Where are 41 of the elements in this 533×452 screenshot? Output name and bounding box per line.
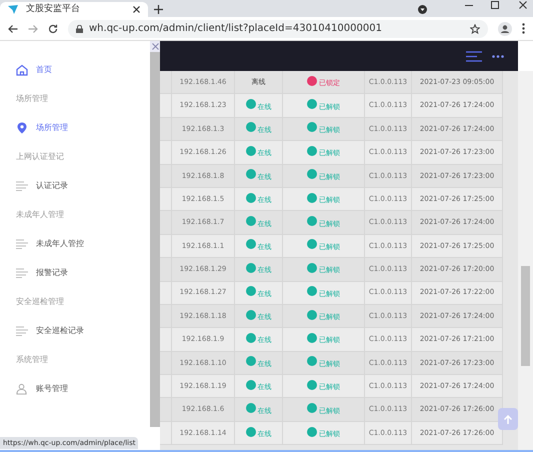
tab-title: 文股安监平台 xyxy=(26,2,81,16)
reload-icon[interactable] xyxy=(48,24,58,34)
lines-icon xyxy=(16,238,28,248)
sidebar-section-title: 系统管理 xyxy=(16,354,48,366)
browser-tab[interactable]: 文股安监平台 xyxy=(0,2,148,17)
user-icon xyxy=(16,382,28,394)
sidebar-item[interactable]: 首页 xyxy=(16,55,150,84)
home-icon xyxy=(16,64,28,76)
more-icon[interactable] xyxy=(492,54,504,58)
scrollbar-thumb[interactable] xyxy=(150,52,160,427)
sidebar-item[interactable]: 场所管理 xyxy=(16,113,150,142)
kebab-menu-icon[interactable] xyxy=(522,23,525,34)
sidebar-item[interactable]: 未成年人管控 xyxy=(16,229,150,258)
arrow-up-icon xyxy=(504,414,512,424)
close-window-icon[interactable] xyxy=(519,1,527,9)
location-pin-icon xyxy=(17,122,27,134)
close-icon[interactable] xyxy=(133,6,140,13)
scrollbar-thumb[interactable] xyxy=(521,266,530,366)
sidebar-section-title: 未成年人管理 xyxy=(16,208,64,220)
avatar-icon[interactable] xyxy=(498,22,512,36)
back-icon[interactable] xyxy=(8,24,18,34)
sidebar-item[interactable]: 账号管理 xyxy=(16,374,150,403)
star-icon[interactable] xyxy=(470,24,480,34)
sidebar-item[interactable]: 安全巡检记录 xyxy=(16,316,150,345)
sidebar-item[interactable]: 报警记录 xyxy=(16,258,150,287)
lines-icon xyxy=(16,180,28,190)
url-text: wh.qc-up.com/admin/client/list?placeId=43010410000001 xyxy=(89,22,383,36)
sidebar-section-title: 安全巡检管理 xyxy=(16,296,64,308)
sidebar-section-title: 场所管理 xyxy=(16,92,48,104)
lines-icon xyxy=(16,326,28,336)
close-icon xyxy=(152,43,158,50)
sidebar-section-title: 上网认证登记 xyxy=(16,150,64,162)
menu-icon[interactable] xyxy=(466,50,482,62)
plus-icon[interactable] xyxy=(154,5,163,14)
close-button[interactable] xyxy=(150,41,160,52)
lines-icon xyxy=(16,268,28,278)
logo-icon xyxy=(8,5,18,14)
maximize-icon[interactable] xyxy=(491,1,499,9)
sidebar-item[interactable]: 认证记录 xyxy=(16,171,150,200)
lock-icon xyxy=(76,24,83,32)
address-bar[interactable]: wh.qc-up.com/admin/client/list?placeId=43010410000001 xyxy=(68,20,488,38)
